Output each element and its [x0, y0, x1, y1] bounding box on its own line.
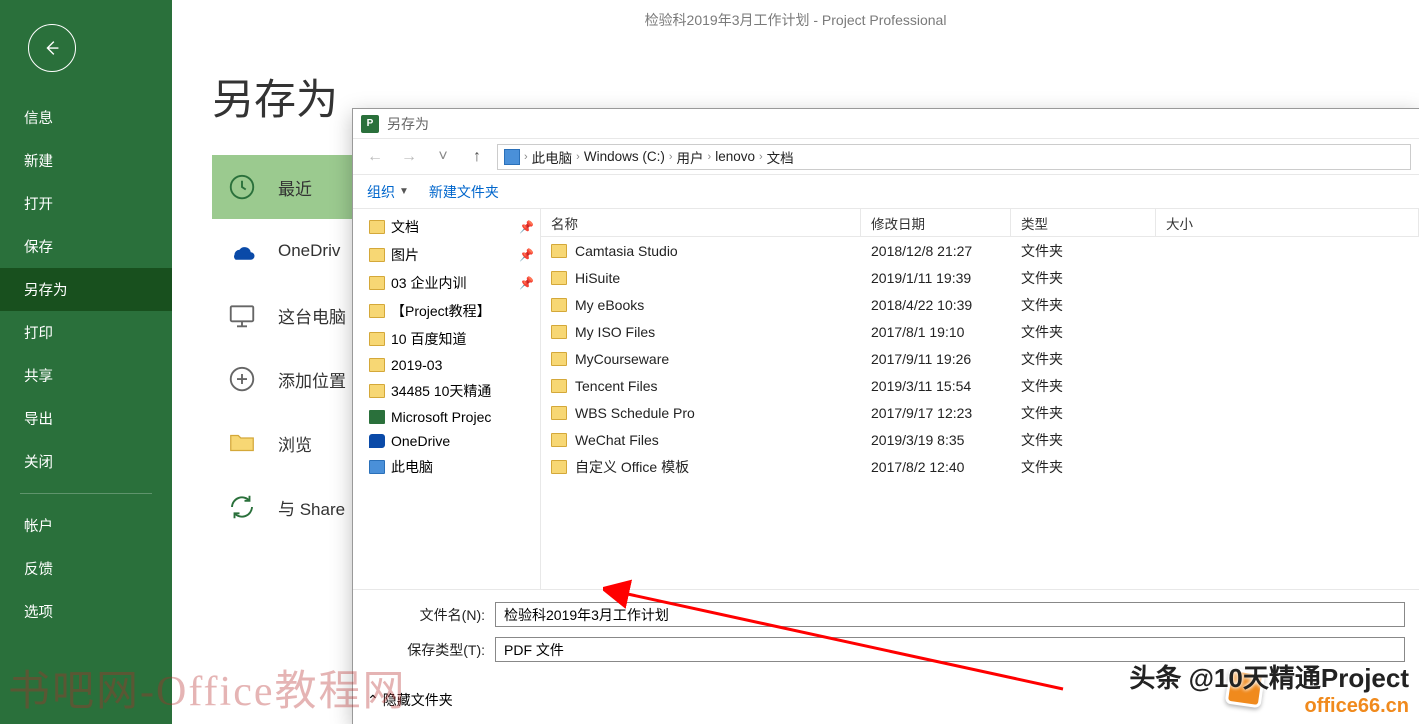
navpane-item[interactable]: 此电脑 [353, 453, 540, 481]
nav-forward-button[interactable]: → [395, 143, 423, 171]
dialog-nav-bar: ← → ˅ ↑ › 此电脑›Windows (C:)›用户›lenovo›文档 [353, 139, 1419, 175]
project-app-icon: P [361, 115, 379, 133]
sidebar-item[interactable]: 关闭 [0, 440, 172, 483]
navpane-item[interactable]: 34485 10天精通 [353, 377, 540, 405]
add-icon [224, 361, 260, 397]
folder-icon [551, 244, 567, 258]
column-name[interactable]: 名称 [541, 209, 861, 236]
file-list-header[interactable]: 名称 修改日期 类型 大小 [541, 209, 1419, 237]
file-row[interactable]: WeChat Files2019/3/19 8:35文件夹 [541, 426, 1419, 453]
new-folder-button[interactable]: 新建文件夹 [429, 182, 499, 202]
navpane-item[interactable]: 03 企业内训📌 [353, 269, 540, 297]
sidebar-item[interactable]: 信息 [0, 96, 172, 139]
file-row[interactable]: My ISO Files2017/8/1 19:10文件夹 [541, 318, 1419, 345]
nav-back-button[interactable]: ← [361, 143, 389, 171]
folder-icon [551, 325, 567, 339]
sidebar-separator [20, 493, 152, 494]
organize-button[interactable]: 组织 ▼ [367, 182, 409, 202]
breadcrumb-segment[interactable]: 用户 [677, 147, 704, 167]
app-title: 检验科2019年3月工作计划 - Project Professional [645, 10, 947, 30]
folder-icon [369, 410, 385, 424]
navigation-pane[interactable]: 文档📌图片📌03 企业内训📌【Project教程】10 百度知道2019-033… [353, 209, 541, 589]
folder-icon [369, 460, 385, 474]
address-bar[interactable]: › 此电脑›Windows (C:)›用户›lenovo›文档 [497, 144, 1411, 170]
navpane-item[interactable]: 图片📌 [353, 241, 540, 269]
file-row[interactable]: MyCourseware2017/9/11 19:26文件夹 [541, 345, 1419, 372]
sidebar-item[interactable]: 另存为 [0, 268, 172, 311]
nav-up-button[interactable]: ↑ [463, 143, 491, 171]
backstage-sidebar: 信息新建打开保存另存为打印共享导出关闭 帐户反馈选项 [0, 0, 172, 724]
breadcrumb-segment[interactable]: Windows (C:) [584, 149, 665, 164]
filename-input[interactable]: 检验科2019年3月工作计划 [495, 602, 1405, 627]
navpane-item[interactable]: 10 百度知道 [353, 325, 540, 353]
title-bar: 检验科2019年3月工作计划 - Project Professional [172, 0, 1419, 40]
sidebar-item[interactable]: 保存 [0, 225, 172, 268]
sidebar-item[interactable]: 打印 [0, 311, 172, 354]
pc-icon [504, 149, 520, 165]
folder-icon [369, 358, 385, 372]
sidebar-item[interactable]: 导出 [0, 397, 172, 440]
dialog-title: 另存为 [387, 114, 429, 134]
folder-icon [224, 425, 260, 461]
sidebar-item[interactable]: 打开 [0, 182, 172, 225]
chevron-right-icon: › [669, 151, 673, 163]
folder-icon [551, 433, 567, 447]
folder-icon [551, 352, 567, 366]
folder-icon [369, 332, 385, 346]
pin-icon: 📌 [519, 248, 534, 262]
sidebar-item[interactable]: 选项 [0, 590, 172, 633]
file-list-pane: 名称 修改日期 类型 大小 Camtasia Studio2018/12/8 2… [541, 209, 1419, 589]
folder-icon [369, 276, 385, 290]
folder-icon [551, 460, 567, 474]
sidebar-item[interactable]: 帐户 [0, 504, 172, 547]
breadcrumb-segment[interactable]: 文档 [767, 147, 794, 167]
file-row[interactable]: HiSuite2019/1/11 19:39文件夹 [541, 264, 1419, 291]
sidebar-item[interactable]: 新建 [0, 139, 172, 182]
navpane-item[interactable]: 2019-03 [353, 353, 540, 377]
filename-label: 文件名(N): [367, 605, 485, 625]
chevron-right-icon: › [576, 151, 580, 163]
dialog-titlebar[interactable]: P 另存为 [353, 109, 1419, 139]
file-row[interactable]: Camtasia Studio2018/12/8 21:27文件夹 [541, 237, 1419, 264]
dialog-toolbar: 组织 ▼ 新建文件夹 [353, 175, 1419, 209]
folder-icon [551, 271, 567, 285]
folder-icon [369, 220, 385, 234]
sidebar-item[interactable]: 反馈 [0, 547, 172, 590]
chevron-right-icon: › [708, 151, 712, 163]
sidebar-item[interactable]: 共享 [0, 354, 172, 397]
column-size[interactable]: 大小 [1156, 209, 1419, 236]
column-type[interactable]: 类型 [1011, 209, 1156, 236]
sync-icon [224, 489, 260, 525]
arrow-left-icon [41, 37, 63, 59]
folder-icon [551, 298, 567, 312]
pin-icon: 📌 [519, 220, 534, 234]
file-row[interactable]: My eBooks2018/4/22 10:39文件夹 [541, 291, 1419, 318]
pc-icon [224, 297, 260, 333]
folder-icon [369, 384, 385, 398]
onedrive-icon [224, 233, 260, 269]
back-button[interactable] [28, 24, 76, 72]
file-row[interactable]: Tencent Files2019/3/11 15:54文件夹 [541, 372, 1419, 399]
save-as-dialog: P 另存为 ← → ˅ ↑ › 此电脑›Windows (C:)›用户›leno… [352, 108, 1419, 724]
folder-icon [369, 304, 385, 318]
nav-recent-button[interactable]: ˅ [429, 143, 457, 171]
navpane-item[interactable]: 文档📌 [353, 213, 540, 241]
clock-icon [224, 169, 260, 205]
file-row[interactable]: 自定义 Office 模板2017/8/2 12:40文件夹 [541, 453, 1419, 480]
column-date[interactable]: 修改日期 [861, 209, 1011, 236]
breadcrumb-segment[interactable]: 此电脑 [532, 147, 573, 167]
watermark-left: 书吧网-Office教程网 [8, 657, 406, 718]
folder-icon [551, 379, 567, 393]
chevron-right-icon: › [759, 151, 763, 163]
folder-icon [369, 434, 385, 448]
pin-icon: 📌 [519, 276, 534, 290]
file-row[interactable]: WBS Schedule Pro2017/9/17 12:23文件夹 [541, 399, 1419, 426]
breadcrumb-segment[interactable]: lenovo [715, 149, 755, 164]
navpane-item[interactable]: Microsoft Projec [353, 405, 540, 429]
navpane-item[interactable]: OneDrive [353, 429, 540, 453]
folder-icon [551, 406, 567, 420]
watermark-right: 头条 @10天精通Project office66.cn [1129, 658, 1409, 718]
folder-icon [369, 248, 385, 262]
navpane-item[interactable]: 【Project教程】 [353, 297, 540, 325]
